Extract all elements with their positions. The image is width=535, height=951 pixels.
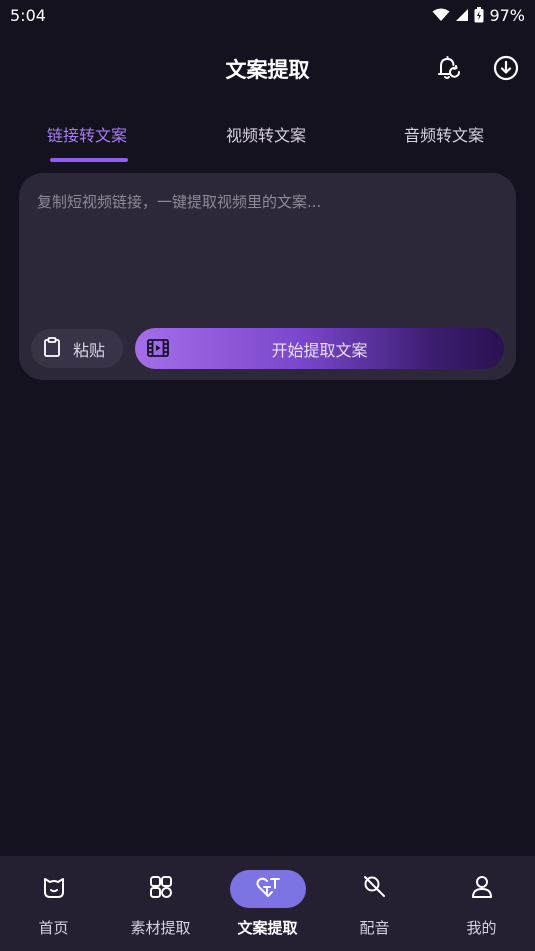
tab-link-to-text[interactable]: 链接转文案 <box>47 122 127 146</box>
wifi-icon <box>432 8 450 22</box>
status-icons: 97% <box>432 6 525 25</box>
tab-audio-to-text[interactable]: 音频转文案 <box>404 122 484 146</box>
paste-label: 粘贴 <box>73 340 106 360</box>
clipboard-icon <box>43 336 61 361</box>
link-input[interactable] <box>37 191 497 321</box>
signal-icon <box>455 8 469 22</box>
bell-refresh-icon[interactable] <box>435 54 463 82</box>
header: 文案提取 <box>0 40 535 96</box>
nav-item-dubbing[interactable]: 配音 <box>321 856 428 951</box>
text-extract-icon <box>255 874 281 904</box>
profile-icon <box>469 874 495 904</box>
bottom-nav: 首页 素材提取 文案提取 配音 我的 <box>0 856 535 951</box>
status-time: 5:04 <box>10 5 46 25</box>
paste-button[interactable]: 粘贴 <box>31 329 123 368</box>
start-extract-button[interactable]: 开始提取文案 <box>135 328 504 369</box>
film-icon <box>147 338 169 362</box>
nav-label-dubbing: 配音 <box>359 919 390 937</box>
nav-item-profile[interactable]: 我的 <box>428 856 535 951</box>
nav-label-text-extract: 文案提取 <box>237 919 298 937</box>
extract-label: 开始提取文案 <box>271 340 368 360</box>
nav-label-material-extract: 素材提取 <box>130 919 191 937</box>
home-icon <box>41 874 67 904</box>
nav-label-home: 首页 <box>38 919 69 937</box>
tab-active-indicator <box>50 158 128 162</box>
battery-icon <box>474 7 484 23</box>
tab-video-to-text[interactable]: 视频转文案 <box>226 122 306 146</box>
dubbing-icon <box>362 874 388 904</box>
material-icon <box>148 874 174 904</box>
status-bar: 5:04 97% <box>0 0 535 30</box>
nav-label-profile: 我的 <box>466 919 497 937</box>
download-circle-icon[interactable] <box>492 54 520 82</box>
battery-percent: 97% <box>489 5 525 25</box>
tab-bar: 链接转文案 视频转文案 音频转文案 <box>0 112 535 164</box>
nav-item-material-extract[interactable]: 素材提取 <box>107 856 214 951</box>
nav-item-text-extract[interactable]: 文案提取 <box>214 856 321 951</box>
link-input-card: 粘贴 开始提取文案 <box>19 173 516 380</box>
nav-item-home[interactable]: 首页 <box>0 856 107 951</box>
